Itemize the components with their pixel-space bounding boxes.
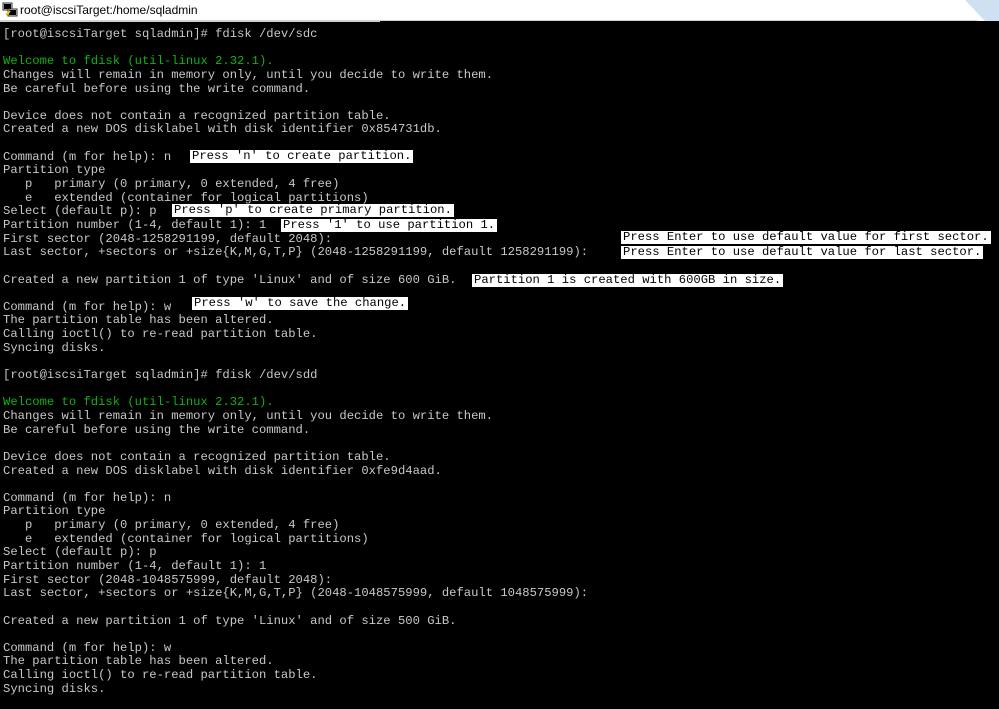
terminal-line: Created a new DOS disklabel with disk id… — [3, 463, 442, 478]
terminal-line: Device does not contain a recognized par… — [3, 108, 391, 123]
annotation-primary-partition: Press 'p' to create primary partition. — [172, 203, 454, 217]
window-title: root@iscsiTarget:/home/sqladmin — [20, 3, 198, 17]
terminal-line: Be careful before using the write comman… — [3, 422, 311, 437]
terminal-line: Command (m for help): n — [3, 490, 172, 505]
terminal-line: Select (default p): p — [3, 545, 157, 560]
terminal-line: Partition type — [3, 163, 106, 178]
annotation-partition-one: Press '1' to use partition 1. — [281, 218, 498, 232]
terminal-window: root@iscsiTarget:/home/sqladmin [root@is… — [0, 0, 999, 709]
annotation-first-sector: Press Enter to use default value for fir… — [621, 230, 991, 244]
terminal-line: Changes will remain in memory only, unti… — [3, 408, 494, 423]
terminal-line: Select (default p): p — [3, 204, 157, 219]
terminal-line: Syncing disks. — [3, 340, 106, 355]
annotation-save-change: Press 'w' to save the change. — [192, 296, 409, 310]
annotation-create-partition: Press 'n' to create partition. — [190, 149, 414, 163]
terminal-line: Welcome to fdisk (util-linux 2.32.1). — [3, 54, 274, 69]
terminal-line: The partition table has been altered. — [3, 654, 274, 669]
terminal-output[interactable]: [root@iscsiTarget sqladmin]# fdisk /dev/… — [3, 27, 999, 709]
terminal-line: Changes will remain in memory only, unti… — [3, 67, 494, 82]
terminal-line: Calling ioctl() to re-read partition tab… — [3, 327, 318, 342]
putty-terminal-icon — [2, 2, 18, 18]
annotation-partition-created: Partition 1 is created with 600GB in siz… — [472, 273, 784, 287]
terminal-line: Created a new DOS disklabel with disk id… — [3, 122, 442, 137]
terminal-line: [root@iscsiTarget sqladmin]# fdisk /dev/… — [3, 27, 318, 41]
terminal-line: e extended (container for logical partit… — [3, 190, 369, 205]
terminal-line: e extended (container for logical partit… — [3, 531, 369, 546]
terminal-line: Syncing disks. — [3, 681, 106, 696]
terminal-line: Device does not contain a recognized par… — [3, 449, 391, 464]
terminal-line: p primary (0 primary, 0 extended, 4 free… — [3, 177, 340, 192]
terminal-line: Partition number (1-4, default 1): 1 — [3, 558, 267, 573]
terminal-line: The partition table has been altered. — [3, 313, 274, 328]
terminal-line: Calling ioctl() to re-read partition tab… — [3, 668, 318, 683]
terminal-line: Partition type — [3, 504, 106, 519]
terminal-line: Last sector, +sectors or +size{K,M,G,T,P… — [3, 586, 589, 601]
annotation-last-sector: Press Enter to use default value for las… — [621, 245, 984, 259]
terminal-line: Command (m for help): n — [3, 149, 172, 164]
terminal-line: p primary (0 primary, 0 extended, 4 free… — [3, 518, 340, 533]
terminal-line: Command (m for help): w — [3, 299, 172, 314]
terminal-line: [root@iscsiTarget sqladmin]# fdisk /dev/… — [3, 368, 318, 383]
title-bar[interactable]: root@iscsiTarget:/home/sqladmin — [0, 0, 999, 21]
terminal-line: First sector (2048-1048575999, default 2… — [3, 572, 333, 587]
terminal-line: Be careful before using the write comman… — [3, 81, 311, 96]
window-corner-decoration — [929, 0, 999, 21]
terminal-lines: [root@iscsiTarget sqladmin]# fdisk /dev/… — [3, 27, 999, 696]
title-separator — [0, 21, 380, 22]
terminal-line: Created a new partition 1 of type 'Linux… — [3, 613, 457, 628]
terminal-line: Command (m for help): w — [3, 640, 172, 655]
terminal-line: Welcome to fdisk (util-linux 2.32.1). — [3, 395, 274, 410]
